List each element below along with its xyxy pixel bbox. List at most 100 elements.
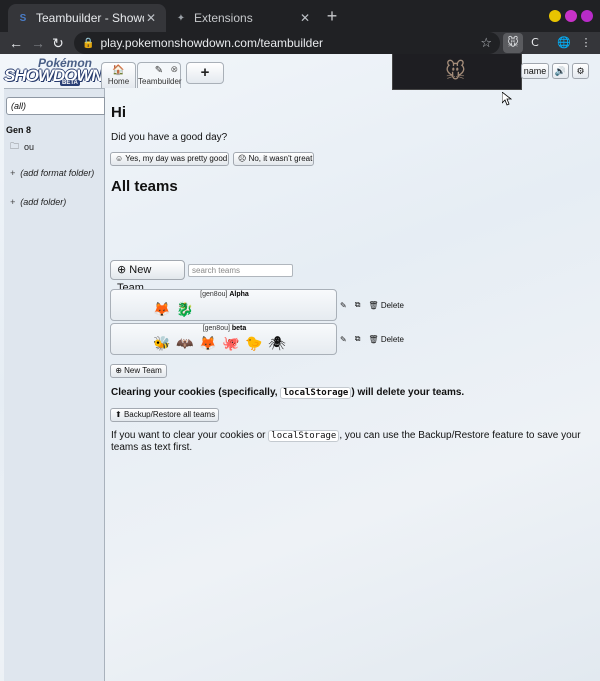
all-teams-heading: All teams <box>111 178 178 195</box>
duplicate-icon[interactable]: ⧉ <box>355 334 361 344</box>
browser-tab-extensions[interactable]: ✦ Extensions ✕ <box>166 4 320 32</box>
pokemon-sprite-icon: 🐙 <box>222 335 240 351</box>
tab-title: Teambuilder - Showdown <box>36 11 144 25</box>
pokemon-sprite-icon: 🦇 <box>176 335 194 351</box>
team-beta[interactable]: [gen8ou] beta 🐝 🦇 🦊 🐙 🐤 🕷 <box>110 323 337 355</box>
edit-icon[interactable]: ✎ <box>340 301 347 310</box>
tab-label: Home <box>107 77 130 86</box>
add-folder[interactable]: + (add folder) <box>10 197 66 207</box>
delete-label: Delete <box>380 334 404 344</box>
folder-ou[interactable]: 🗀 ou <box>10 139 34 155</box>
pokemon-sprite-icon: 🐝 <box>153 335 171 351</box>
window-minimize-button[interactable] <box>549 10 561 22</box>
plus-circle-icon: ⊕ <box>115 366 122 375</box>
logo-line2: SHOWDOWN <box>4 66 104 85</box>
browser-tabstrip: S Teambuilder - Showdown ✕ ✦ Extensions … <box>0 0 600 32</box>
puzzle-icon: ✦ <box>176 12 186 24</box>
team-actions: ✎ ⧉ 🗑 Delete <box>340 334 420 344</box>
folder-icon: 🗀 <box>10 141 20 151</box>
cookie-warning: Clearing your cookies (specifically, loc… <box>111 387 465 399</box>
pokemon-sprite-icon: 🦊 <box>153 301 171 317</box>
reload-button[interactable]: ↻ <box>48 33 68 53</box>
teambuilder-main: Hi Did you have a good day? ☺ Yes, my da… <box>110 88 600 681</box>
warning-text-end: ) will delete your teams. <box>351 387 465 398</box>
close-icon[interactable]: ✕ <box>298 11 312 25</box>
gen-heading: Gen 8 <box>6 125 32 135</box>
back-button[interactable]: ← <box>6 33 26 53</box>
warning-text: Clearing your cookies (specifically, <box>111 387 281 398</box>
forward-button[interactable]: → <box>28 33 48 53</box>
profile-avatar[interactable]: 🌐 <box>554 33 574 53</box>
plus-icon: + <box>10 197 16 207</box>
sound-button[interactable]: 🔊 <box>552 63 569 79</box>
plus-circle-icon: ⊕ <box>117 264 127 276</box>
team-format: [gen8ou] <box>200 291 228 298</box>
duplicate-icon[interactable]: ⧉ <box>355 300 361 310</box>
edit-icon[interactable]: ✎ <box>340 335 347 344</box>
delete-label: Delete <box>380 300 404 310</box>
pokemon-sprite-icon: 🐉 <box>176 301 194 317</box>
lock-icon: 🔒 <box>82 37 95 49</box>
home-icon: 🏠 <box>112 65 125 76</box>
tab-title: Extensions <box>194 11 253 25</box>
window-maximize-button[interactable] <box>565 10 577 22</box>
page: Pokémon SHOWDOWN BETA 🏠 Home ✎ ⊗ Teambui… <box>0 54 600 681</box>
ps-header: Pokémon SHOWDOWN BETA 🏠 Home ✎ ⊗ Teambui… <box>0 54 600 106</box>
tab-label: Teambuilder <box>138 77 182 86</box>
team-alpha[interactable]: [gen8ou] Alpha 🦊 🐉 <box>110 289 337 321</box>
question-text: Did you have a good day? <box>111 132 228 143</box>
add-folder-label: (add folder) <box>20 197 67 207</box>
browser-tab-teambuilder[interactable]: S Teambuilder - Showdown ✕ <box>8 4 166 32</box>
team-format: [gen8ou] <box>202 325 230 332</box>
bookmark-star-icon[interactable]: ☆ <box>480 35 492 51</box>
delete-button[interactable]: 🗑 Delete <box>368 335 412 344</box>
gear-icon: ⚙ <box>576 66 585 76</box>
sound-icon: 🔊 <box>554 66 567 76</box>
username-button[interactable]: name <box>521 63 549 79</box>
upload-icon: ⬆ <box>115 410 122 419</box>
team-sprites: 🦊 🐉 <box>153 300 194 318</box>
new-tab-button[interactable]: + <box>322 6 342 26</box>
pokemon-sprite-icon: 🦊 <box>199 335 217 351</box>
close-icon[interactable]: ⊗ <box>170 64 178 75</box>
backup-label: Backup/Restore all teams <box>123 410 216 419</box>
no-button[interactable]: ☹ No, it wasn't great <box>233 152 314 166</box>
settings-button[interactable]: ⚙ <box>572 63 589 79</box>
showdown-logo[interactable]: Pokémon SHOWDOWN BETA <box>2 56 104 86</box>
team-actions: ✎ ⧉ 🗑 Delete <box>340 300 420 310</box>
delete-button[interactable]: 🗑 Delete <box>368 301 412 310</box>
plus-icon: + <box>10 168 16 178</box>
pokemon-sprite-icon: 🐤 <box>245 335 263 351</box>
new-team-small-button[interactable]: ⊕ New Team <box>110 364 167 378</box>
tab-home[interactable]: 🏠 Home <box>101 62 136 88</box>
team-sprites: 🐝 🦇 🦊 🐙 🐤 🕷 <box>153 334 286 352</box>
backup-restore-button[interactable]: ⬆ Backup/Restore all teams <box>110 408 219 422</box>
info-text: If you want to clear your cookies or <box>111 430 269 441</box>
extension-icon[interactable]: Ⅽ <box>525 33 545 53</box>
search-input[interactable]: search teams <box>188 264 293 277</box>
greeting-heading: Hi <box>111 104 126 121</box>
browser-toolbar: ← → ↻ 🔒 play.pokemonshowdown.com/teambui… <box>0 32 600 54</box>
team-name: Alpha <box>229 291 249 298</box>
logo-beta: BETA <box>60 80 80 86</box>
add-tab-button[interactable]: + <box>186 62 224 84</box>
tab-teambuilder[interactable]: ✎ ⊗ Teambuilder <box>137 62 182 88</box>
folder-label: ou <box>24 142 35 152</box>
team-name: beta <box>231 325 247 332</box>
add-format-folder[interactable]: + (add format folder) <box>10 168 94 178</box>
address-bar[interactable]: 🔒 play.pokemonshowdown.com/teambuilder ☆ <box>74 32 500 54</box>
warning-code: localStorage <box>280 387 352 399</box>
team-title: [gen8ou] beta <box>111 325 338 332</box>
close-icon[interactable]: ✕ <box>144 11 158 25</box>
yes-button[interactable]: ☺ Yes, my day was pretty good <box>110 152 229 166</box>
menu-icon[interactable]: ⋮ <box>576 33 596 53</box>
folder-sidebar: (all) Gen 8 🗀 ou + (add format folder) +… <box>4 88 105 681</box>
new-team-small-label: New Team <box>124 366 162 375</box>
add-format-folder-label: (add format folder) <box>20 168 95 178</box>
pikachu-extension-icon[interactable]: 🐭 <box>503 33 523 53</box>
folder-all[interactable]: (all) <box>6 97 105 115</box>
backup-info: If you want to clear your cookies or loc… <box>111 430 593 454</box>
new-team-button[interactable]: ⊕ New Team <box>110 260 185 294</box>
url-text: play.pokemonshowdown.com/teambuilder <box>100 36 324 50</box>
window-close-button[interactable] <box>581 10 593 22</box>
